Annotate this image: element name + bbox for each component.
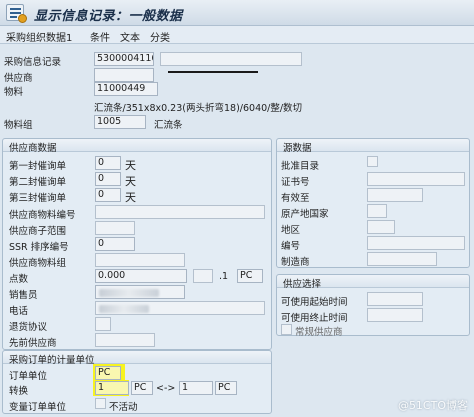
salesperson-label: 销售员 [9, 290, 38, 301]
variable-order-unit-status: 不活动 [109, 402, 138, 413]
manufacturer-label: 制造商 [281, 257, 310, 268]
order-unit-field[interactable]: PC [95, 366, 121, 380]
watermark: @51CTO博客 [397, 399, 468, 412]
third-reminder-unit: 天 [125, 191, 136, 204]
main-area: 采购信息记录 5300004116 供应商 物料 11000449 汇流条/35… [0, 44, 474, 417]
prior-vendor-field[interactable] [95, 333, 155, 347]
title-bar: 显示信息记录：一般数据 [0, 0, 474, 26]
country-of-origin-label: 原产地国家 [281, 209, 329, 220]
order-unit-group: 采购订单的计量单位 订单单位 PC 转换 1 PC <-> 1 PC 变量订单单… [2, 350, 272, 414]
ssr-sort-number-field[interactable]: 0 [95, 237, 135, 251]
country-of-origin-field[interactable] [367, 204, 387, 218]
valid-to-label: 有效至 [281, 193, 310, 204]
info-record-desc-field [160, 52, 302, 66]
telephone-label: 电话 [9, 306, 29, 317]
points-label: 点数 [9, 274, 29, 285]
menu-bar: 采购组织数据1 条件 文本 分类 [0, 26, 474, 44]
return-agreement-field[interactable] [95, 317, 111, 331]
conversion-left-unit[interactable]: PC [131, 381, 153, 395]
first-reminder-label: 第一封催询单 [9, 161, 67, 172]
order-unit-title: 采购订单的计量单位 [9, 355, 95, 366]
vendor-selection-group: 供应选择 可使用起始时间 可使用终止时间 常规供应商 [276, 274, 470, 338]
menu-conditions[interactable]: 条件 [90, 29, 110, 44]
document-icon [6, 4, 27, 23]
info-record-field[interactable]: 5300004116 [94, 52, 154, 66]
points-extra-field[interactable] [193, 269, 213, 283]
valid-to-field[interactable] [367, 188, 423, 202]
vendor-subrange-label: 供应商子范围 [9, 226, 67, 237]
conversion-right-unit[interactable]: PC [215, 381, 237, 395]
available-to-label: 可使用终止时间 [281, 313, 348, 324]
variable-order-unit-label: 变量订单单位 [9, 402, 67, 413]
salesperson-redaction [99, 289, 159, 297]
regular-vendor-label: 常规供应商 [295, 327, 343, 338]
certificate-number-field[interactable] [367, 172, 465, 186]
first-reminder-field[interactable]: 0 [95, 156, 121, 170]
second-reminder-unit: 天 [125, 175, 136, 188]
telephone-redaction [99, 305, 149, 313]
points-per-label: .1 [219, 271, 229, 282]
vendor-material-number-label: 供应商物料编号 [9, 210, 76, 221]
second-reminder-field[interactable]: 0 [95, 172, 121, 186]
vendor-selection-title: 供应选择 [283, 279, 322, 290]
prior-vendor-label: 先前供应商 [9, 338, 57, 349]
available-from-field[interactable] [367, 292, 423, 306]
vendor-data-group: 供应商数据 第一封催询单 0 天 第二封催询单 0 天 第三封催询单 0 天 供… [2, 138, 272, 350]
vendor-material-group-field[interactable] [95, 253, 185, 267]
conversion-arrow: <-> [156, 383, 176, 394]
vendor-field[interactable] [94, 68, 154, 82]
vendor-material-number-field[interactable] [95, 205, 265, 219]
material-description: 汇流条/351x8x0.23(两头折弯18)/6040/整/数切 [94, 103, 303, 114]
available-to-field[interactable] [367, 308, 423, 322]
approved-list-checkbox[interactable] [367, 156, 378, 167]
conversion-left-value[interactable]: 1 [95, 381, 129, 395]
material-field[interactable]: 11000449 [94, 82, 158, 96]
page-title: 显示信息记录：一般数据 [34, 9, 183, 24]
vendor-label: 供应商 [4, 73, 33, 84]
info-record-label: 采购信息记录 [4, 57, 62, 68]
vendor-data-title: 供应商数据 [9, 143, 57, 154]
second-reminder-label: 第二封催询单 [9, 177, 67, 188]
region-label: 地区 [281, 225, 301, 236]
source-data-group: 源数据 批准目录 证书号 有效至 原产地国家 地区 编号 制造商 [276, 138, 470, 268]
third-reminder-field[interactable]: 0 [95, 188, 121, 202]
vendor-name-redaction [168, 71, 258, 73]
number-field[interactable] [367, 236, 465, 250]
return-agreement-label: 退货协议 [9, 322, 48, 333]
vendor-material-group-label: 供应商物料组 [9, 258, 67, 269]
menu-classification[interactable]: 分类 [150, 29, 170, 44]
vendor-subrange-field[interactable] [95, 221, 135, 235]
order-unit-label: 订单单位 [9, 371, 48, 382]
region-field[interactable] [367, 220, 395, 234]
ssr-sort-number-label: SSR 排序编号 [9, 242, 69, 253]
points-unit-field[interactable]: PC [237, 269, 263, 283]
third-reminder-label: 第三封催询单 [9, 193, 67, 204]
material-group-description: 汇流条 [154, 120, 183, 131]
conversion-label: 转换 [9, 386, 29, 397]
manufacturer-field[interactable] [367, 252, 437, 266]
points-field[interactable]: 0.000 [95, 269, 187, 283]
approved-list-label: 批准目录 [281, 161, 320, 172]
material-group-field[interactable]: 1005 [94, 115, 146, 129]
conversion-right-value[interactable]: 1 [179, 381, 213, 395]
number-label: 编号 [281, 241, 301, 252]
menu-purchasing-org-data[interactable]: 采购组织数据1 [6, 29, 72, 44]
material-group-label: 物料组 [4, 120, 33, 131]
menu-texts[interactable]: 文本 [120, 29, 140, 44]
first-reminder-unit: 天 [125, 159, 136, 172]
regular-vendor-checkbox[interactable] [281, 324, 292, 335]
variable-order-unit-checkbox[interactable] [95, 398, 106, 409]
certificate-number-label: 证书号 [281, 177, 310, 188]
source-data-title: 源数据 [283, 143, 312, 154]
material-label: 物料 [4, 87, 24, 98]
available-from-label: 可使用起始时间 [281, 297, 348, 308]
